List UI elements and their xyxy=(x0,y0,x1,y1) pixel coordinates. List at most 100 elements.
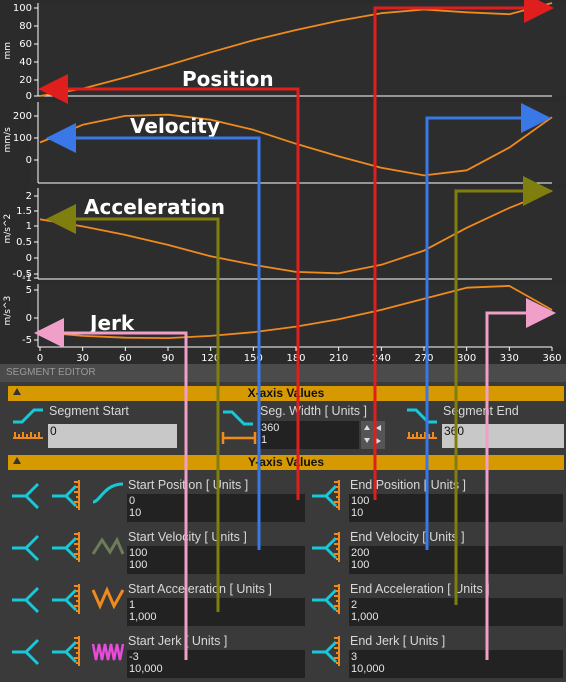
tangent-icon[interactable] xyxy=(8,634,44,668)
start-velocity-label: Start Velocity [ Units ] xyxy=(128,530,247,544)
x-tick-label: 30 xyxy=(76,353,89,364)
x-tick-label: 210 xyxy=(329,353,348,364)
profile-shape-icon[interactable] xyxy=(90,634,128,668)
start-velocity-value: 100 xyxy=(129,547,148,559)
y-tick-label: 100 xyxy=(13,133,32,144)
start-velocity-input[interactable]: 100 100 xyxy=(127,546,305,574)
ruler-icon[interactable] xyxy=(48,634,84,668)
stepper-up-icon[interactable] xyxy=(364,425,370,430)
end-velocity-value: 200 xyxy=(351,547,370,559)
segment-start-icon xyxy=(13,408,43,439)
end-jerk-input[interactable]: 3 10,000 xyxy=(349,650,563,678)
ruler-icon[interactable] xyxy=(48,478,84,512)
collapse-arrow-icon[interactable] xyxy=(13,388,21,395)
x-tick-label: 120 xyxy=(201,353,220,364)
start-jerk-value: -3 xyxy=(129,651,139,663)
xaxis-values-bar[interactable]: X-axis Values xyxy=(8,386,564,401)
end-position-step: 10 xyxy=(351,507,364,519)
end-acceleration-step: 1,000 xyxy=(351,611,379,623)
chart-title-acceleration: Acceleration xyxy=(84,195,225,219)
segment-start-input[interactable]: 0 xyxy=(48,424,177,448)
x-tick-label: 0 xyxy=(37,353,43,364)
end-acceleration-label: End Acceleration [ Units ] xyxy=(350,582,490,596)
end-tangent-icon[interactable] xyxy=(308,582,344,616)
end-tangent-icon[interactable] xyxy=(308,530,344,564)
yaxis-row: Start Velocity [ Units ] 100 100 End Vel… xyxy=(0,526,566,578)
end-tangent-icon[interactable] xyxy=(308,634,344,668)
x-tick-label: 300 xyxy=(457,353,476,364)
y-tick-label: 80 xyxy=(19,21,32,32)
x-tick-label: 90 xyxy=(162,353,175,364)
y-tick-label: 1.5 xyxy=(16,206,32,217)
y-tick-label: 0 xyxy=(26,155,32,166)
start-position-step: 10 xyxy=(129,507,142,519)
start-acceleration-input[interactable]: 1 1,000 xyxy=(127,598,305,626)
seg-width-label: Seg. Width [ Units ] xyxy=(260,404,367,418)
y-tick-label: 60 xyxy=(19,39,32,50)
end-jerk-label: End Jerk [ Units ] xyxy=(350,634,446,648)
end-acceleration-input[interactable]: 2 1,000 xyxy=(349,598,563,626)
nudge-right-icon[interactable] xyxy=(376,438,381,444)
tangent-icon[interactable] xyxy=(8,530,44,564)
segment-end-input[interactable]: 360 xyxy=(442,424,564,448)
start-acceleration-label: Start Acceleration [ Units ] xyxy=(128,582,272,596)
segment-start-label: Segment Start xyxy=(49,404,129,418)
profile-shape-icon[interactable] xyxy=(90,530,128,564)
profile-shape-icon[interactable] xyxy=(90,478,128,512)
chart-title-jerk: Jerk xyxy=(88,311,135,335)
yaxis-row: Start Acceleration [ Units ] 1 1,000 End… xyxy=(0,578,566,630)
segment-width-icon xyxy=(221,410,257,444)
y-tick-label: 0 xyxy=(26,91,32,102)
end-tangent-icon[interactable] xyxy=(308,478,344,512)
end-position-input[interactable]: 100 10 xyxy=(349,494,563,522)
chart-title-velocity: Velocity xyxy=(130,114,220,138)
start-position-value: 0 xyxy=(129,495,136,507)
start-position-label: Start Position [ Units ] xyxy=(128,478,249,492)
seg-width-nudge[interactable] xyxy=(373,421,385,449)
end-jerk-step: 10,000 xyxy=(351,663,385,675)
nudge-left-icon[interactable] xyxy=(376,425,381,431)
segment-end-icon xyxy=(407,408,437,439)
yaxis-row: Start Jerk [ Units ] -3 10,000 End Jerk … xyxy=(0,630,566,682)
x-tick-label: 240 xyxy=(372,353,391,364)
y-tick-label: -1 xyxy=(22,273,32,284)
start-position-input[interactable]: 0 10 xyxy=(127,494,305,522)
chart-title-position: Position xyxy=(182,67,274,91)
end-velocity-step: 100 xyxy=(351,559,370,571)
end-acceleration-value: 2 xyxy=(351,599,358,611)
seg-width-step: 1 xyxy=(261,434,268,446)
profile-shape-icon[interactable] xyxy=(90,582,128,616)
y-tick-label: 0 xyxy=(26,253,32,264)
start-jerk-input[interactable]: -3 10,000 xyxy=(127,650,305,678)
segment-editor: SEGMENT EDITOR X-axis Values Segment Sta… xyxy=(0,364,566,682)
x-tick-label: 60 xyxy=(119,353,132,364)
y-tick-label: -5 xyxy=(22,335,32,346)
seg-width-value: 360 xyxy=(261,422,280,434)
tangent-icon[interactable] xyxy=(8,582,44,616)
end-jerk-value: 3 xyxy=(351,651,358,663)
xaxis-values-label: X-axis Values xyxy=(247,386,325,400)
y-tick-label: 100 xyxy=(13,3,32,14)
y-tick-label: 2 xyxy=(26,191,32,202)
segment-end-label: Segment End xyxy=(443,404,519,418)
x-tick-label: 270 xyxy=(414,353,433,364)
ruler-icon[interactable] xyxy=(48,530,84,564)
end-velocity-input[interactable]: 200 100 xyxy=(349,546,563,574)
collapse-arrow-icon[interactable] xyxy=(13,457,21,464)
y-axis-unit: mm xyxy=(3,42,13,60)
yaxis-values-label: Y-axis Values xyxy=(247,455,325,469)
seg-width-input[interactable]: 360 1 xyxy=(259,421,359,449)
plot-area xyxy=(30,102,566,183)
ruler-icon[interactable] xyxy=(48,582,84,616)
end-position-label: End Position [ Units ] xyxy=(350,478,467,492)
stepper-down-icon[interactable] xyxy=(364,438,370,443)
start-acceleration-step: 1,000 xyxy=(129,611,157,623)
seg-width-stepper[interactable] xyxy=(361,421,373,449)
x-tick-label: 360 xyxy=(542,353,561,364)
yaxis-values-bar[interactable]: Y-axis Values xyxy=(8,455,564,470)
segment-editor-header: SEGMENT EDITOR xyxy=(0,364,566,382)
y-tick-label: 0.5 xyxy=(16,237,32,248)
end-velocity-label: End Velocity [ Units ] xyxy=(350,530,465,544)
x-tick-label: 150 xyxy=(244,353,263,364)
tangent-icon[interactable] xyxy=(8,478,44,512)
